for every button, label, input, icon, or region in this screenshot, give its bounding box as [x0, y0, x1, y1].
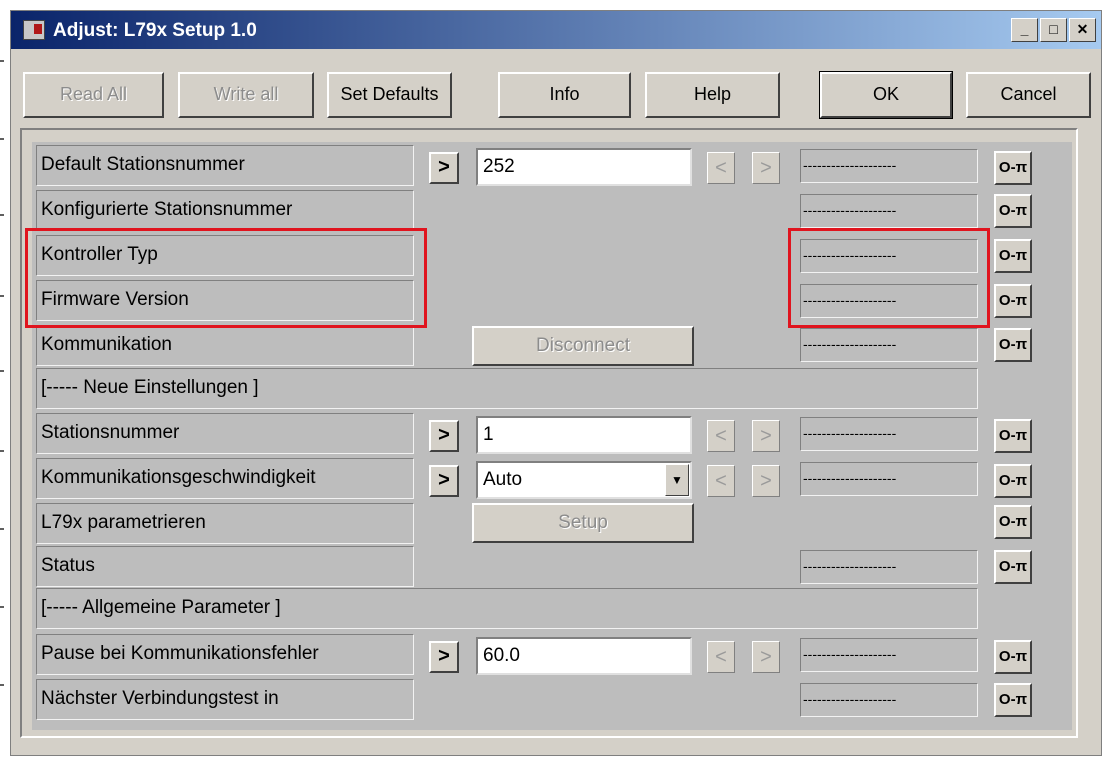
increment-button[interactable]: > [752, 152, 780, 184]
apply-comm-speed-button[interactable]: > [429, 465, 459, 497]
highlight-labels [25, 228, 427, 328]
key-icon[interactable]: O‑π [994, 239, 1032, 273]
configured-station-value: -------------------- [800, 194, 978, 228]
minimize-button[interactable]: _ [1011, 18, 1038, 42]
pause-input[interactable]: 60.0 [476, 637, 692, 675]
status-value: -------------------- [800, 550, 978, 584]
key-icon[interactable]: O‑π [994, 328, 1032, 362]
title-bar[interactable]: Adjust: L79x Setup 1.0 _ □ ✕ [11, 11, 1101, 49]
edge-mark [0, 684, 4, 686]
row-label-next-test: Nächster Verbindungstest in [36, 679, 414, 720]
key-icon[interactable]: O‑π [994, 151, 1032, 185]
key-icon[interactable]: O‑π [994, 284, 1032, 318]
close-button[interactable]: ✕ [1069, 18, 1096, 42]
next-test-value: -------------------- [800, 683, 978, 717]
station-input[interactable]: 1 [476, 416, 692, 454]
decrement-button[interactable]: < [707, 641, 735, 673]
apply-default-station-button[interactable]: > [429, 152, 459, 184]
setup-button[interactable]: Setup [472, 503, 694, 543]
pause-value: -------------------- [800, 638, 978, 672]
apply-pause-button[interactable]: > [429, 641, 459, 673]
increment-button[interactable]: > [752, 420, 780, 452]
edge-mark [0, 138, 4, 140]
highlight-values [788, 228, 990, 328]
comm-speed-display: -------------------- [800, 462, 978, 496]
key-icon[interactable]: O‑π [994, 194, 1032, 228]
edge-mark [0, 295, 4, 297]
key-icon[interactable]: O‑π [994, 464, 1032, 498]
row-label-configured-station: Konfigurierte Stationsnummer [36, 190, 414, 231]
decrement-button[interactable]: < [707, 152, 735, 184]
help-button[interactable]: Help [645, 72, 780, 118]
key-icon[interactable]: O‑π [994, 683, 1032, 717]
decrement-button[interactable]: < [707, 420, 735, 452]
communication-value: -------------------- [800, 328, 978, 362]
station-value: -------------------- [800, 417, 978, 451]
key-icon[interactable]: O‑π [994, 550, 1032, 584]
section-new-settings: [----- Neue Einstellungen ] [36, 368, 978, 409]
edge-mark [0, 528, 4, 530]
window-title: Adjust: L79x Setup 1.0 [53, 20, 257, 41]
section-general-parameters: [----- Allgemeine Parameter ] [36, 588, 978, 629]
ok-button[interactable]: OK [819, 71, 953, 119]
cancel-button[interactable]: Cancel [966, 72, 1091, 118]
apply-station-button[interactable]: > [429, 420, 459, 452]
disconnect-button[interactable]: Disconnect [472, 326, 694, 366]
info-button[interactable]: Info [498, 72, 631, 118]
increment-button[interactable]: > [752, 641, 780, 673]
chevron-down-icon[interactable]: ▼ [665, 464, 689, 496]
decrement-button[interactable]: < [707, 465, 735, 497]
default-station-input[interactable]: 252 [476, 148, 692, 186]
default-station-value: -------------------- [800, 149, 978, 183]
row-label-parametrize: L79x parametrieren [36, 503, 414, 544]
row-label-station: Stationsnummer [36, 413, 414, 454]
row-label-default-station: Default Stationsnummer [36, 145, 414, 186]
key-icon[interactable]: O‑π [994, 505, 1032, 539]
row-label-communication: Kommunikation [36, 325, 414, 366]
comm-speed-value: Auto [483, 469, 523, 490]
edge-mark [0, 214, 4, 216]
key-icon[interactable]: O‑π [994, 640, 1032, 674]
app-icon[interactable] [23, 20, 45, 40]
read-all-button[interactable]: Read All [23, 72, 164, 118]
edge-mark [0, 606, 4, 608]
set-defaults-button[interactable]: Set Defaults [327, 72, 452, 118]
row-label-comm-speed: Kommunikationsgeschwindigkeit [36, 458, 414, 499]
edge-mark [0, 60, 4, 62]
increment-button[interactable]: > [752, 465, 780, 497]
edge-mark [0, 450, 4, 452]
comm-speed-select[interactable]: Auto ▼ [476, 461, 692, 499]
edge-mark [0, 370, 4, 372]
key-icon[interactable]: O‑π [994, 419, 1032, 453]
row-label-pause: Pause bei Kommunikationsfehler [36, 634, 414, 675]
maximize-button[interactable]: □ [1040, 18, 1067, 42]
write-all-button[interactable]: Write all [178, 72, 314, 118]
row-label-status: Status [36, 546, 414, 587]
